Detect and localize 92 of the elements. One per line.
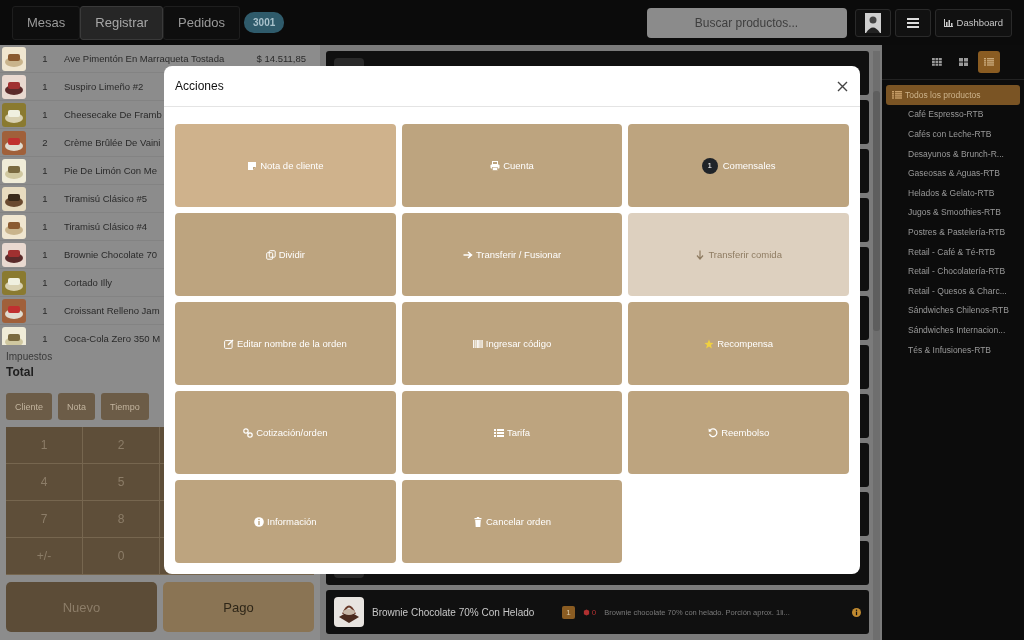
order-action-button[interactable]: Cliente [6,393,52,420]
product-name: Brownie Chocolate 70% Con Helado [372,606,535,618]
line-name: Tiramisú Clásico #4 [64,221,148,232]
line-quantity: 2 [41,137,49,148]
action-button[interactable]: Editar nombre de la orden [175,302,396,385]
action-button[interactable]: Tarifa [401,391,623,474]
stock-count: 0 [591,607,597,617]
category-item[interactable]: Sándwiches Chilenos-RTB [886,300,1020,321]
category-item[interactable]: Jugos & Smoothies-RTB [886,202,1020,223]
undo-icon [708,427,719,438]
link-icon [243,427,254,438]
line-name: Cortado Illy [64,277,113,288]
bar-chart-icon [943,18,953,27]
action-button[interactable]: Recompensa [628,302,849,385]
printer-icon [490,160,501,171]
scrollbar[interactable] [873,51,880,640]
line-quantity: 1 [41,305,49,316]
category-item[interactable]: Retail - Quesos & Charc... [886,280,1020,301]
menu-button[interactable] [894,8,931,37]
line-quantity: 1 [41,109,49,120]
line-quantity: 1 [41,277,49,288]
category-item[interactable]: Cafés con Leche-RTB [886,124,1020,144]
search-field[interactable]: Buscar productos... [646,7,847,38]
line-name: Tiramisú Clásico #5 [64,193,148,204]
category-item[interactable]: Tés & Infusiones-RTB [886,339,1020,360]
category-item[interactable]: Retail - Chocolatería-RTB [886,261,1020,281]
category-item[interactable]: Todos los productos [886,85,1020,105]
arrow-down-icon [695,249,706,260]
category-item[interactable]: Sándwiches Internacion... [886,320,1020,340]
list-view-button[interactable] [978,51,1000,73]
line-quantity: 1 [41,249,49,260]
line-price: $ 14.511,85 [256,53,306,64]
line-name: Cheesecake De Framb [64,109,162,120]
action-button[interactable]: Cotización/orden [175,391,396,474]
copy-icon [265,249,276,260]
line-name: Coca-Cola Zero 350 M [64,333,161,344]
scrollbar-thumb[interactable] [873,91,880,331]
action-button[interactable]: 1 Comensales [628,124,849,207]
line-quantity: 1 [41,221,49,232]
category-item[interactable]: Retail - Café & Té-RTB [886,241,1020,262]
nav-tab[interactable]: Pedidos [163,5,241,40]
dashboard-button[interactable]: Dashboard [934,8,1012,37]
line-quantity: 1 [41,333,49,344]
nav-tab[interactable]: Mesas [12,5,81,40]
line-name: Suspiro Limeño #2 [64,81,144,92]
box-icon [582,608,590,616]
action-button[interactable]: Ingresar código [401,302,623,385]
action-button[interactable]: Transferir / Fusionar [401,213,623,296]
line-name: Crème Brûlée De Vaini [64,137,161,148]
order-number-badge: 3001 [244,12,285,33]
line-name: Ave Pimentón En Marraqueta Tostada [64,53,225,64]
note-icon [247,160,258,171]
list-icon [892,90,902,99]
trash-icon [473,516,483,527]
line-name: Croissant Relleno Jam [64,305,160,316]
category-item[interactable]: Postres & Pastelería-RTB [886,222,1020,242]
order-action-button[interactable]: Tiempo [101,393,149,420]
line-name: Brownie Chocolate 70 [64,249,157,260]
payment-button[interactable]: Pago [163,582,314,632]
avatar-button[interactable] [854,8,891,37]
category-item[interactable]: Café Espresso-RTB [886,104,1020,125]
category-item[interactable]: Gaseosas & Aguas-RTB [886,163,1020,183]
line-quantity: 1 [41,81,49,92]
info-icon[interactable] [852,607,861,617]
grid-icon [958,58,968,66]
barcode-icon [472,338,483,349]
taxes-label: Impuestos [6,351,54,362]
total-label: Total [6,365,35,379]
action-button[interactable]: Reembolso [628,391,849,474]
list-icon [493,427,504,438]
action-button[interactable]: Dividir [175,213,396,296]
star-icon [704,338,715,349]
action-button[interactable]: Cancelar orden [401,480,623,563]
edit-icon [223,338,234,349]
line-quantity: 1 [41,193,49,204]
avatar-icon [864,12,881,33]
menu-icon [906,17,919,28]
category-item[interactable]: Helados & Gelato-RTB [886,182,1020,203]
line-quantity: 1 [41,53,49,64]
line-name: Pie De Limón Con Me [64,165,157,176]
quantity-badge: 1 [562,605,575,619]
line-quantity: 1 [41,165,49,176]
nav-tab[interactable]: Registrar [80,5,164,40]
count-badge: 1 [701,157,718,174]
category-item[interactable]: Desayunos & Brunch-R... [886,143,1020,164]
dialog-title: Acciones [175,79,224,93]
action-button[interactable]: Cuenta [401,124,623,207]
arrow-right-icon [462,249,473,260]
info-icon [254,516,264,527]
list-icon [984,58,994,66]
grid-icon [932,58,942,66]
order-action-button[interactable]: Nota [58,393,96,420]
